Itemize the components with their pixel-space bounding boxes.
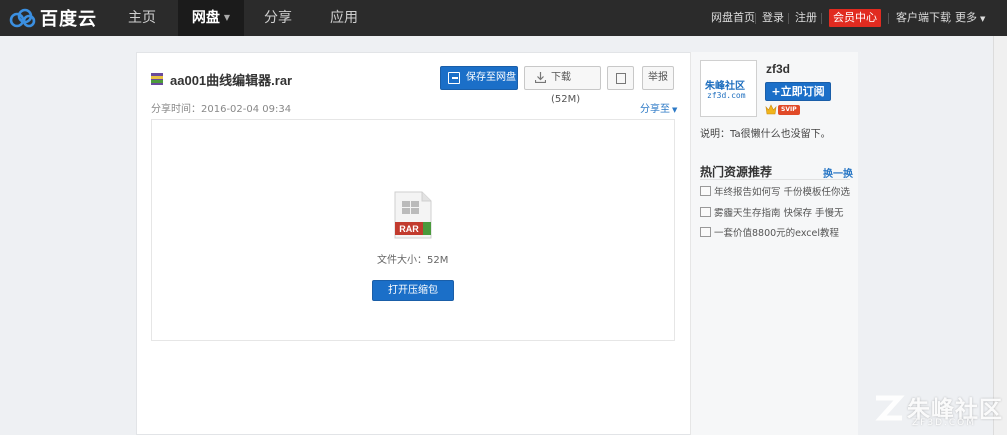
hot-item[interactable]: 年终报告如何写 千份模板任你选	[700, 185, 851, 198]
file-name: aa001曲线编辑器.rar	[170, 73, 293, 88]
avatar-logo-url: zf3d.com	[707, 91, 746, 100]
avatar[interactable]: 朱峰社区 zf3d.com	[700, 60, 757, 117]
link-disk-home[interactable]: 网盘首页	[711, 0, 755, 36]
save-icon	[448, 72, 460, 84]
hot-item[interactable]: 一套价值8800元的excel教程	[700, 226, 840, 239]
chevron-down-icon: ▼	[223, 13, 231, 22]
tab-apps[interactable]: 应用	[316, 0, 372, 36]
archive-type-label: RAR	[399, 224, 419, 234]
save-to-disk-button[interactable]: 保存至网盘	[440, 66, 518, 90]
rar-file-icon	[151, 73, 163, 85]
nav-divider	[788, 13, 789, 24]
report-button[interactable]: 举报	[642, 66, 674, 90]
hot-item-label: 一套价值8800元的excel教程	[714, 228, 840, 239]
open-archive-button[interactable]: 打开压缩包	[372, 280, 454, 301]
share-time: 分享时间：2016-02-04 09:34	[151, 104, 292, 115]
avatar-logo-text: 朱峰社区	[705, 81, 745, 92]
archive-file-icon: RAR	[394, 191, 432, 239]
file-size: 文件大小：52M	[377, 255, 449, 266]
download-button[interactable]: 下载(52M)	[524, 66, 601, 105]
more-label: 更多	[955, 11, 977, 24]
tab-home[interactable]: 主页	[112, 0, 172, 36]
refresh-link[interactable]: 换一换	[823, 165, 853, 180]
watermark-url: ZF3D.COM	[912, 418, 976, 428]
hot-resources-title: 热门资源推荐	[700, 165, 773, 179]
nav-divider	[888, 13, 889, 24]
chevron-down-icon: ▼	[980, 15, 986, 23]
link-login[interactable]: 登录	[762, 0, 784, 36]
svip-badge: SVIP	[778, 105, 800, 115]
divider	[700, 179, 850, 180]
document-icon	[700, 207, 711, 217]
page-scrollbar[interactable]	[993, 36, 1007, 435]
qr-code-icon	[616, 73, 626, 84]
link-client-download[interactable]: 客户端下载	[896, 0, 951, 36]
subscribe-button[interactable]: +立即订阅	[765, 82, 831, 101]
sharer-description: 说明：Ta很懒什么也没留下。	[700, 129, 831, 140]
crown-icon	[765, 104, 777, 115]
hot-item[interactable]: 雾霾天生存指南 快保存 手慢无	[700, 206, 844, 219]
top-nav: 百度云 主页 网盘 ▼ 分享 应用 网盘首页 登录 注册 会员中心 客户端下载 更…	[0, 0, 1007, 36]
tab-share[interactable]: 分享	[250, 0, 306, 36]
chevron-down-icon: ▼	[672, 106, 678, 114]
document-icon	[700, 227, 711, 237]
download-icon	[535, 72, 546, 83]
brand-name: 百度云	[40, 9, 97, 30]
more-menu[interactable]: 更多 ▼	[955, 0, 985, 36]
watermark-logo-icon	[875, 395, 905, 421]
vip-center-button[interactable]: 会员中心	[829, 9, 881, 27]
qr-code-button[interactable]	[607, 66, 634, 90]
cloud-icon	[9, 8, 36, 28]
hot-item-label: 雾霾天生存指南 快保存 手慢无	[714, 208, 844, 219]
download-label: 下载(52M)	[551, 72, 581, 105]
share-to-dropdown[interactable]: 分享至 ▼	[640, 100, 677, 115]
document-icon	[700, 186, 711, 196]
tab-disk-label: 网盘	[191, 10, 220, 26]
tab-disk[interactable]: 网盘 ▼	[178, 0, 244, 36]
hot-item-label: 年终报告如何写 千份模板任你选	[714, 187, 851, 198]
share-to-label: 分享至	[640, 104, 670, 115]
nav-divider	[948, 13, 949, 24]
nav-divider	[755, 13, 756, 24]
link-register[interactable]: 注册	[795, 0, 817, 36]
sharer-name[interactable]: zf3d	[766, 62, 790, 76]
save-label: 保存至网盘	[466, 72, 516, 83]
nav-divider	[821, 13, 822, 24]
brand-logo[interactable]: 百度云	[8, 6, 97, 30]
